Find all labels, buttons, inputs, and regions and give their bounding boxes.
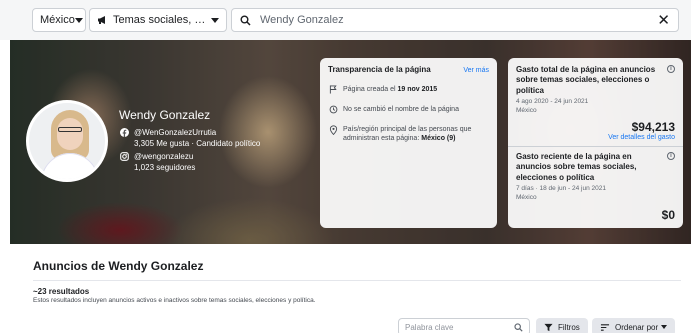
see-more-link[interactable]: Ver más	[463, 67, 489, 74]
chevron-down-icon	[74, 17, 83, 23]
facebook-row[interactable]: @WenGonzalezUrrutia	[119, 127, 260, 137]
facebook-stats: 3,305 Me gusta · Candidato político	[134, 139, 261, 148]
result-description: Estos resultados incluyen anuncios activ…	[33, 297, 316, 304]
divider	[508, 146, 683, 147]
country-value: México	[40, 14, 75, 26]
location-pin-icon	[328, 125, 338, 136]
transparency-title: Transparencia de la página	[328, 65, 431, 74]
country-select[interactable]: México	[32, 8, 86, 32]
recent-spend-dates: 7 días · 18 de jun - 24 jun 2021	[516, 185, 606, 193]
info-icon[interactable]: i	[667, 152, 675, 160]
page-name: Wendy Gonzalez	[119, 108, 211, 122]
recent-spend-country: México	[516, 193, 537, 201]
recent-spend-title: Gasto reciente de la página en anuncios …	[516, 152, 637, 182]
chevron-down-icon	[211, 17, 219, 23]
megaphone-icon	[97, 15, 108, 25]
ad-category-value: Temas sociales, elecciones o política	[113, 14, 211, 26]
country-value: México (9)	[421, 135, 456, 143]
avatar	[26, 100, 108, 182]
page-created-prefix: Página creada el	[343, 86, 396, 93]
search-input[interactable]: Wendy Gonzalez ✕	[231, 8, 679, 32]
total-spend-title: Gasto total de la página en anuncios sob…	[516, 65, 656, 95]
sort-icon	[600, 323, 610, 332]
profile-info: Wendy Gonzalez @WenGonzalezUrrutia 3,305…	[119, 108, 260, 175]
keyword-search-input[interactable]: Palabra clave	[398, 318, 530, 333]
total-spend-dates: 4 ago 2020 - 24 jun 2021	[516, 98, 589, 106]
facebook-handle: @WenGonzalezUrrutia	[134, 127, 217, 137]
name-change-text: No se cambió el nombre de la página	[343, 106, 459, 114]
filter-icon	[544, 323, 553, 332]
country-row: País/región principal de las personas qu…	[328, 125, 489, 143]
search-icon	[240, 15, 251, 26]
close-icon[interactable]: ✕	[657, 13, 670, 28]
chevron-down-icon	[661, 325, 667, 329]
ads-section-title: Anuncios de Wendy Gonzalez	[33, 259, 204, 273]
total-spend-section: Gasto total de la página en anuncios sob…	[516, 65, 675, 141]
divider	[33, 280, 681, 281]
history-icon	[328, 105, 338, 114]
filters-button[interactable]: Filtros	[536, 318, 588, 333]
transparency-card: Transparencia de la página Ver más Págin…	[320, 58, 497, 228]
sort-label: Ordenar por	[615, 322, 659, 332]
total-spend-country: México	[516, 106, 537, 114]
spend-card: Gasto total de la página en anuncios sob…	[508, 58, 683, 228]
flag-icon	[328, 85, 338, 94]
info-icon[interactable]: i	[667, 65, 675, 73]
name-change-row: No se cambió el nombre de la página	[328, 105, 489, 114]
result-count: ~23 resultados	[33, 287, 90, 296]
facebook-icon	[119, 127, 129, 137]
instagram-handle: @wengonzalezu	[134, 151, 194, 161]
total-spend-amount: $94,213	[631, 120, 675, 134]
page-created-row: Página creada el 19 nov 2015	[328, 85, 489, 94]
spend-details-link[interactable]: Ver detalles del gasto	[608, 134, 675, 141]
sort-button[interactable]: Ordenar por	[592, 318, 675, 333]
page-created-date: 19 nov 2015	[397, 86, 438, 93]
filter-bar: México Temas sociales, elecciones o polí…	[0, 0, 691, 40]
recent-spend-amount: $0	[661, 208, 675, 222]
search-value: Wendy Gonzalez	[260, 14, 344, 26]
filters-label: Filtros	[558, 322, 580, 332]
instagram-stats: 1,023 seguidores	[134, 163, 196, 172]
keyword-placeholder: Palabra clave	[405, 322, 454, 332]
instagram-row[interactable]: @wengonzalezu	[119, 151, 260, 161]
instagram-icon	[119, 151, 129, 161]
ad-category-select[interactable]: Temas sociales, elecciones o política	[89, 8, 227, 32]
search-icon	[514, 322, 523, 332]
recent-spend-section: Gasto reciente de la página en anuncios …	[516, 152, 675, 203]
